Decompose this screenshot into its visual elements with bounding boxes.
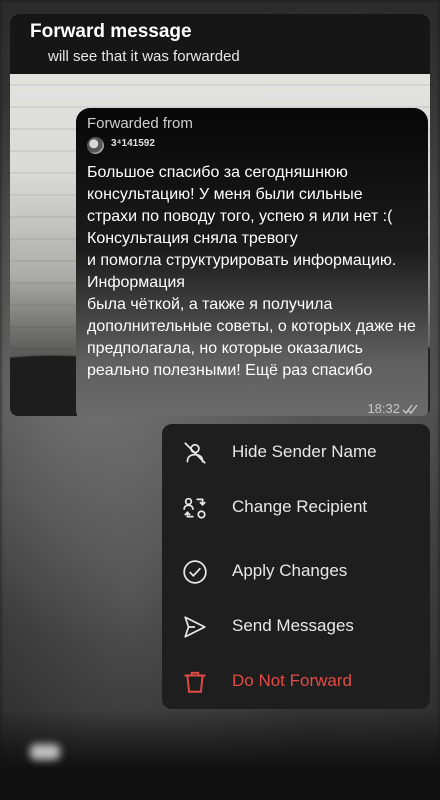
forward-header: Forward message will see that it was for… bbox=[10, 14, 430, 74]
double-check-icon bbox=[402, 404, 418, 415]
header-subtitle: will see that it was forwarded bbox=[48, 48, 240, 65]
check-circle-icon bbox=[183, 560, 207, 584]
trash-icon bbox=[184, 671, 206, 693]
menu-item-label: Change Recipient bbox=[232, 497, 368, 516]
send-messages-button[interactable]: Send Messages bbox=[162, 599, 430, 653]
menu-item-label: Do Not Forward bbox=[232, 671, 352, 690]
menu-item-label: Apply Changes bbox=[232, 561, 348, 580]
change-recipient-button[interactable]: Change Recipient bbox=[162, 480, 430, 534]
forward-options-menu: Hide Sender Name Change Recipient Apply … bbox=[162, 424, 430, 709]
hide-sender-name-button[interactable]: Hide Sender Name bbox=[162, 425, 430, 479]
forward-preview-panel: Forward message will see that it was for… bbox=[10, 14, 430, 416]
menu-item-label: Send Messages bbox=[232, 616, 354, 635]
forwarded-message-bubble[interactable]: Forwarded from 3⁴141592 Большое спасибо … bbox=[76, 108, 428, 416]
send-icon bbox=[184, 616, 206, 638]
forwarded-from-label: Forwarded from bbox=[87, 115, 193, 132]
user-off-icon bbox=[184, 442, 206, 464]
sender-name[interactable]: 3⁴141592 bbox=[111, 138, 155, 149]
sender-avatar bbox=[87, 137, 104, 154]
swap-recipient-icon bbox=[183, 497, 206, 519]
header-title: Forward message bbox=[30, 21, 192, 42]
menu-item-label: Hide Sender Name bbox=[232, 442, 377, 461]
message-text: Большое спасибо за сегодняшнюю консульта… bbox=[87, 164, 416, 379]
blurred-input-bar bbox=[0, 710, 440, 800]
do-not-forward-button[interactable]: Do Not Forward bbox=[162, 654, 430, 708]
apply-changes-button[interactable]: Apply Changes bbox=[162, 544, 430, 598]
message-time: 18:32 bbox=[367, 401, 400, 416]
